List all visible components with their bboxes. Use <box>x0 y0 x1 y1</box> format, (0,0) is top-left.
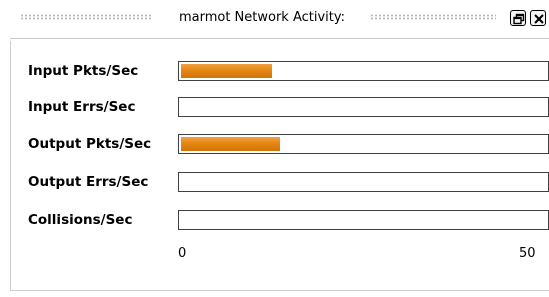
meter-bar-collisions <box>178 210 549 230</box>
meter-fill <box>181 137 280 151</box>
title-separator <box>10 38 549 39</box>
scale-min-label: 0 <box>178 246 187 261</box>
meter-bar-input-errs <box>178 97 549 117</box>
title-bar[interactable]: marmot Network Activity: <box>0 0 549 35</box>
meter-label-input-pkts: Input Pkts/Sec <box>28 63 139 79</box>
meter-fill <box>181 64 272 78</box>
restore-button[interactable] <box>510 10 526 26</box>
close-button[interactable] <box>530 10 546 26</box>
close-icon <box>534 14 544 24</box>
meter-label-output-errs: Output Errs/Sec <box>28 174 149 190</box>
network-activity-window: marmot Network Activity: Input Pkts/Sec … <box>0 0 549 297</box>
meter-label-output-pkts: Output Pkts/Sec <box>28 136 152 152</box>
meter-bar-input-pkts <box>178 61 549 81</box>
title-grip-left <box>20 14 152 20</box>
meter-bar-output-errs <box>178 172 549 192</box>
meter-label-collisions: Collisions/Sec <box>28 212 133 228</box>
window-title: marmot Network Activity: <box>178 10 346 25</box>
meter-label-input-errs: Input Errs/Sec <box>28 99 136 115</box>
meter-bar-output-pkts <box>178 134 549 154</box>
scale-max-label: 50 <box>519 246 536 261</box>
restore-icon <box>513 13 525 25</box>
title-grip-right <box>370 14 496 20</box>
